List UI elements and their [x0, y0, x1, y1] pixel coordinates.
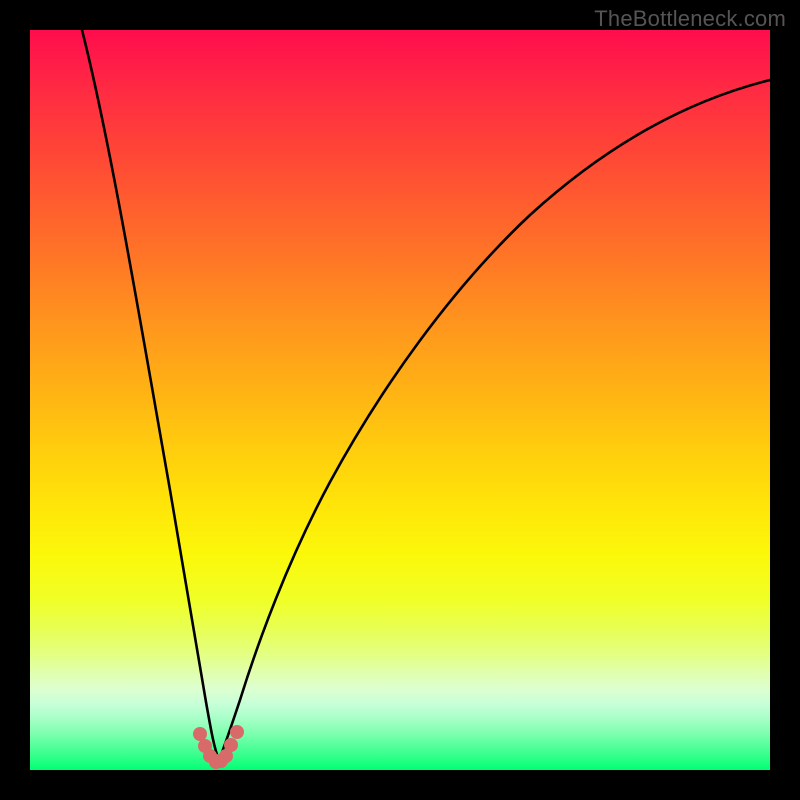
- optimal-region-markers: [193, 725, 244, 769]
- plot-area: [30, 30, 770, 770]
- bottleneck-curve-svg: [30, 30, 770, 770]
- bottleneck-curve: [82, 30, 770, 760]
- watermark-text: TheBottleneck.com: [594, 6, 786, 32]
